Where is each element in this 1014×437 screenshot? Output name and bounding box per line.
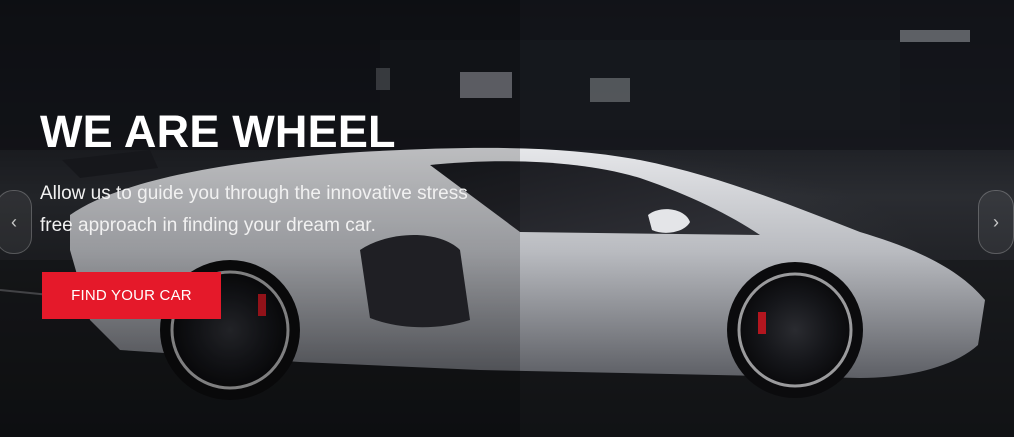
hero-subtitle: Allow us to guide you through the innova… [40, 183, 468, 236]
find-your-car-button[interactable]: FIND YOUR CAR [42, 272, 221, 319]
chevron-right-icon: › [993, 212, 999, 232]
hero-slider: WE ARE WHEEL Allow us to guide you throu… [0, 0, 1014, 437]
carousel-prev-button[interactable]: ‹ [0, 190, 32, 254]
hero-content: WE ARE WHEEL Allow us to guide you throu… [40, 104, 510, 319]
chevron-left-icon: ‹ [11, 212, 17, 232]
carousel-next-button[interactable]: › [978, 190, 1014, 254]
hero-title: WE ARE WHEEL [40, 106, 396, 157]
